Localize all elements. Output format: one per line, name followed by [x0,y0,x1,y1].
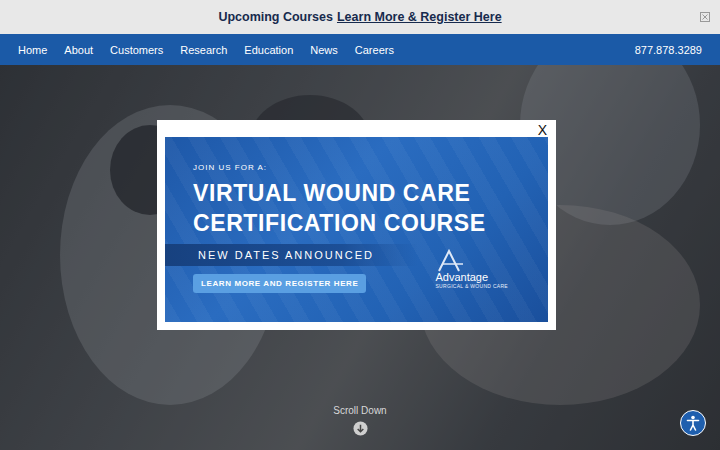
announcement-bar: Upcoming Courses Learn More & Register He… [0,0,720,34]
nav-item[interactable]: About [64,44,93,56]
course-modal: X JOIN US FOR A: VIRTUAL WOUND CARECERTIFI… [157,120,556,330]
nav-item[interactable]: News [310,44,338,56]
logo-mark-icon [435,249,467,273]
scroll-down[interactable]: Scroll Down [0,405,720,436]
main-nav: Home About Customers Research Education News C… [0,34,720,65]
accessibility-icon[interactable] [680,410,706,436]
banner-kicker: JOIN US FOR A: [193,163,548,172]
nav-item[interactable]: Careers [355,44,394,56]
logo-tagline: SURGICAL & WOUND CARE [435,283,508,289]
announcement-text: Upcoming Courses [218,10,333,24]
nav-item[interactable]: Customers [110,44,163,56]
banner-title: VIRTUAL WOUND CARE [193,178,548,208]
logo-name: Advantage [435,271,488,283]
nav-items: Home About Customers Research Education News C… [18,44,635,56]
nav-item[interactable]: Research [180,44,227,56]
close-icon[interactable] [700,12,710,22]
arrow-down-icon[interactable] [353,421,368,436]
advantage-logo: AdvantageSURGICAL & WOUND CARE [435,249,508,289]
scroll-label[interactable]: Scroll Down [333,405,386,416]
phone-number[interactable]: 877.878.3289 [635,44,702,56]
register-button[interactable]: LEARN MORE AND REGISTER HERE [193,274,366,293]
banner-title: CERTIFICATION COURSE [193,208,548,238]
modal-close-button[interactable]: X [538,122,547,138]
nav-item[interactable]: Home [18,44,47,56]
register-link[interactable]: Learn More & Register Here [337,10,502,24]
dates-band: NEW DATES ANNOUNCED [165,244,418,266]
nav-item[interactable]: Education [244,44,293,56]
course-banner[interactable]: JOIN US FOR A: VIRTUAL WOUND CARECERTIFIC… [165,137,548,322]
